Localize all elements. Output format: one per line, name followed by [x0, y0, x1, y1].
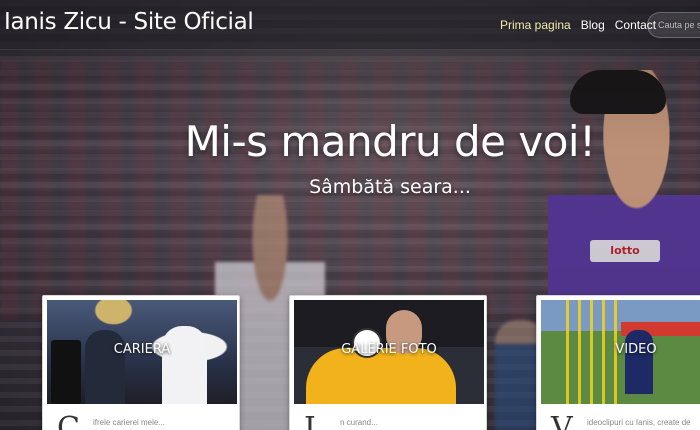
nav-item-prima-pagina[interactable]: Prima pagina — [500, 18, 571, 32]
search-input[interactable] — [647, 12, 700, 38]
hero-subline: Sâmbătă seara... — [309, 176, 471, 198]
card-galerie-foto[interactable]: GALERIE FOTO I n curand... — [289, 295, 487, 430]
card-initial: V — [551, 411, 573, 430]
card-title: CARIERA — [113, 342, 171, 357]
card-excerpt: n curand... — [340, 418, 378, 427]
figure-shape — [162, 326, 207, 404]
card-thumbnail[interactable]: VIDEO — [541, 300, 700, 404]
card-video[interactable]: VIDEO V ideoclipuri cu Ianis, create de — [536, 295, 700, 430]
player-shape — [625, 330, 653, 394]
card-thumbnail[interactable]: GALERIE FOTO — [294, 300, 484, 404]
site-brand[interactable]: Ianis Zicu - Site Oficial — [4, 9, 254, 35]
card-title: GALERIE FOTO — [341, 342, 437, 357]
nav-menu: Prima pagina Blog Contact — [500, 18, 656, 32]
card-title: VIDEO — [615, 342, 657, 357]
card-initial: I — [304, 411, 316, 430]
navbar: Ianis Zicu - Site Oficial Prima pagina B… — [0, 0, 700, 50]
card-initial: C — [57, 411, 80, 430]
card-excerpt: ifrele carierei mele... — [93, 418, 166, 427]
card-excerpt: ideoclipuri cu Ianis, create de — [587, 418, 691, 427]
nav-item-blog[interactable]: Blog — [581, 18, 605, 32]
card-thumbnail[interactable]: CARIERA — [47, 300, 237, 404]
hero-headline: Mi-s mandru de voi! — [184, 117, 596, 166]
card-cariera[interactable]: CARIERA C ifrele carierei mele... — [42, 295, 240, 430]
